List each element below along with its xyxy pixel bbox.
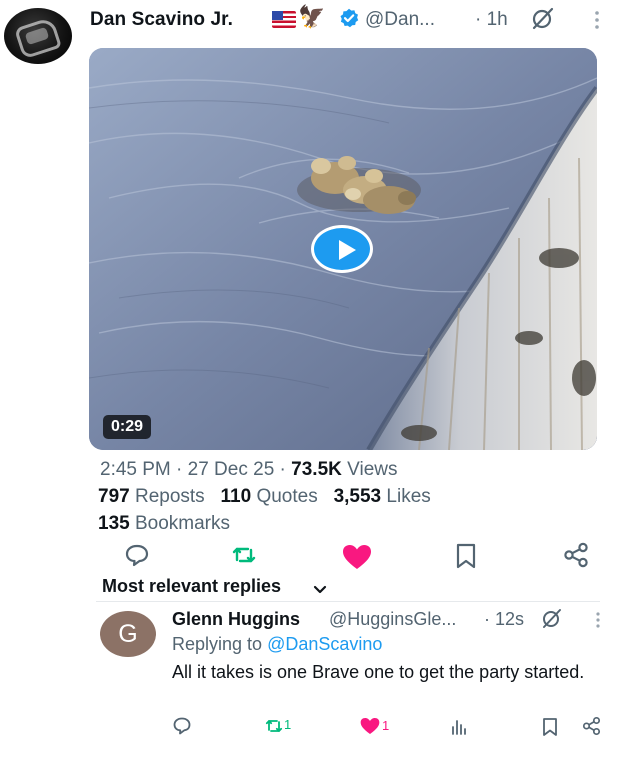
divider — [96, 601, 600, 602]
reply-author-name[interactable]: Glenn Huggins — [172, 609, 300, 630]
video-player[interactable]: 0:29 — [89, 48, 597, 450]
reply-like-button[interactable]: 1 — [360, 717, 389, 735]
tweet-time[interactable]: · 1h — [475, 9, 508, 31]
reposts-count: 797 — [98, 486, 130, 507]
replying-to-prefix: Replying to — [172, 634, 268, 654]
views-icon[interactable] — [450, 718, 468, 736]
bookmark-icon[interactable] — [541, 717, 559, 737]
reposts-stat[interactable]: 797 Reposts — [98, 486, 205, 507]
eagle-emoji: 🦅 — [298, 4, 326, 29]
reply-repost-count: 1 — [284, 717, 292, 732]
replying-to-handle[interactable]: @DanScavino — [267, 634, 382, 654]
reply-repost-button[interactable]: 1 — [264, 716, 291, 736]
tweet-timestamp[interactable]: 2:45 PM · 27 Dec 25 · — [100, 459, 291, 480]
replies-sort-label[interactable]: Most relevant replies — [102, 576, 281, 597]
views-label: Views — [341, 459, 398, 480]
likes-stat[interactable]: 3,553 Likes — [334, 486, 431, 507]
reply-author-handle[interactable]: @HugginsGle... — [329, 609, 456, 630]
engagement-stats: 797 Reposts 110 Quotes 3,553 Likes — [98, 486, 431, 508]
grok-icon[interactable] — [540, 606, 564, 635]
heart-icon — [360, 718, 380, 734]
share-icon[interactable] — [582, 716, 602, 736]
author-avatar[interactable] — [4, 8, 72, 64]
likes-label: Likes — [381, 486, 431, 507]
bookmark-icon[interactable] — [454, 543, 478, 569]
grok-icon[interactable] — [529, 4, 557, 32]
repost-icon — [265, 720, 283, 732]
author-name[interactable]: Dan Scavino Jr. — [90, 9, 233, 31]
more-icon[interactable] — [592, 610, 604, 635]
repost-icon[interactable] — [231, 543, 257, 567]
bookmarks-label: Bookmarks — [129, 513, 231, 534]
us-flag-emoji — [272, 11, 296, 28]
bookmarks-stat[interactable]: 135 Bookmarks — [98, 513, 230, 535]
reply-icon[interactable] — [124, 543, 150, 567]
reply-avatar[interactable]: G — [100, 611, 156, 657]
likes-count: 3,553 — [333, 486, 382, 507]
play-button[interactable] — [311, 225, 373, 273]
quotes-count: 110 — [220, 486, 252, 507]
heart-icon[interactable] — [342, 544, 372, 570]
quotes-label: Quotes — [251, 486, 318, 507]
reply-like-count: 1 — [382, 718, 390, 733]
verified-icon[interactable] — [339, 8, 359, 28]
more-icon[interactable] — [590, 8, 604, 32]
bookmarks-count: 135 — [98, 513, 130, 534]
reposts-label: Reposts — [129, 486, 205, 507]
tweet-timestamp-views: 2:45 PM · 27 Dec 25 · 73.5K Views — [100, 459, 397, 481]
author-handle[interactable]: @Dan... — [365, 9, 435, 31]
reply-time[interactable]: · 12s — [484, 609, 524, 630]
quotes-stat[interactable]: 110 Quotes — [221, 486, 318, 507]
reply-text: All it takes is one Brave one to get the… — [172, 662, 585, 682]
chevron-down-icon[interactable] — [313, 582, 327, 600]
replying-to: Replying to @DanScavino — [172, 634, 382, 655]
reply-icon[interactable] — [172, 716, 192, 736]
video-duration: 0:29 — [103, 415, 152, 439]
views-count: 73.5K — [291, 459, 342, 480]
share-icon[interactable] — [563, 542, 591, 568]
